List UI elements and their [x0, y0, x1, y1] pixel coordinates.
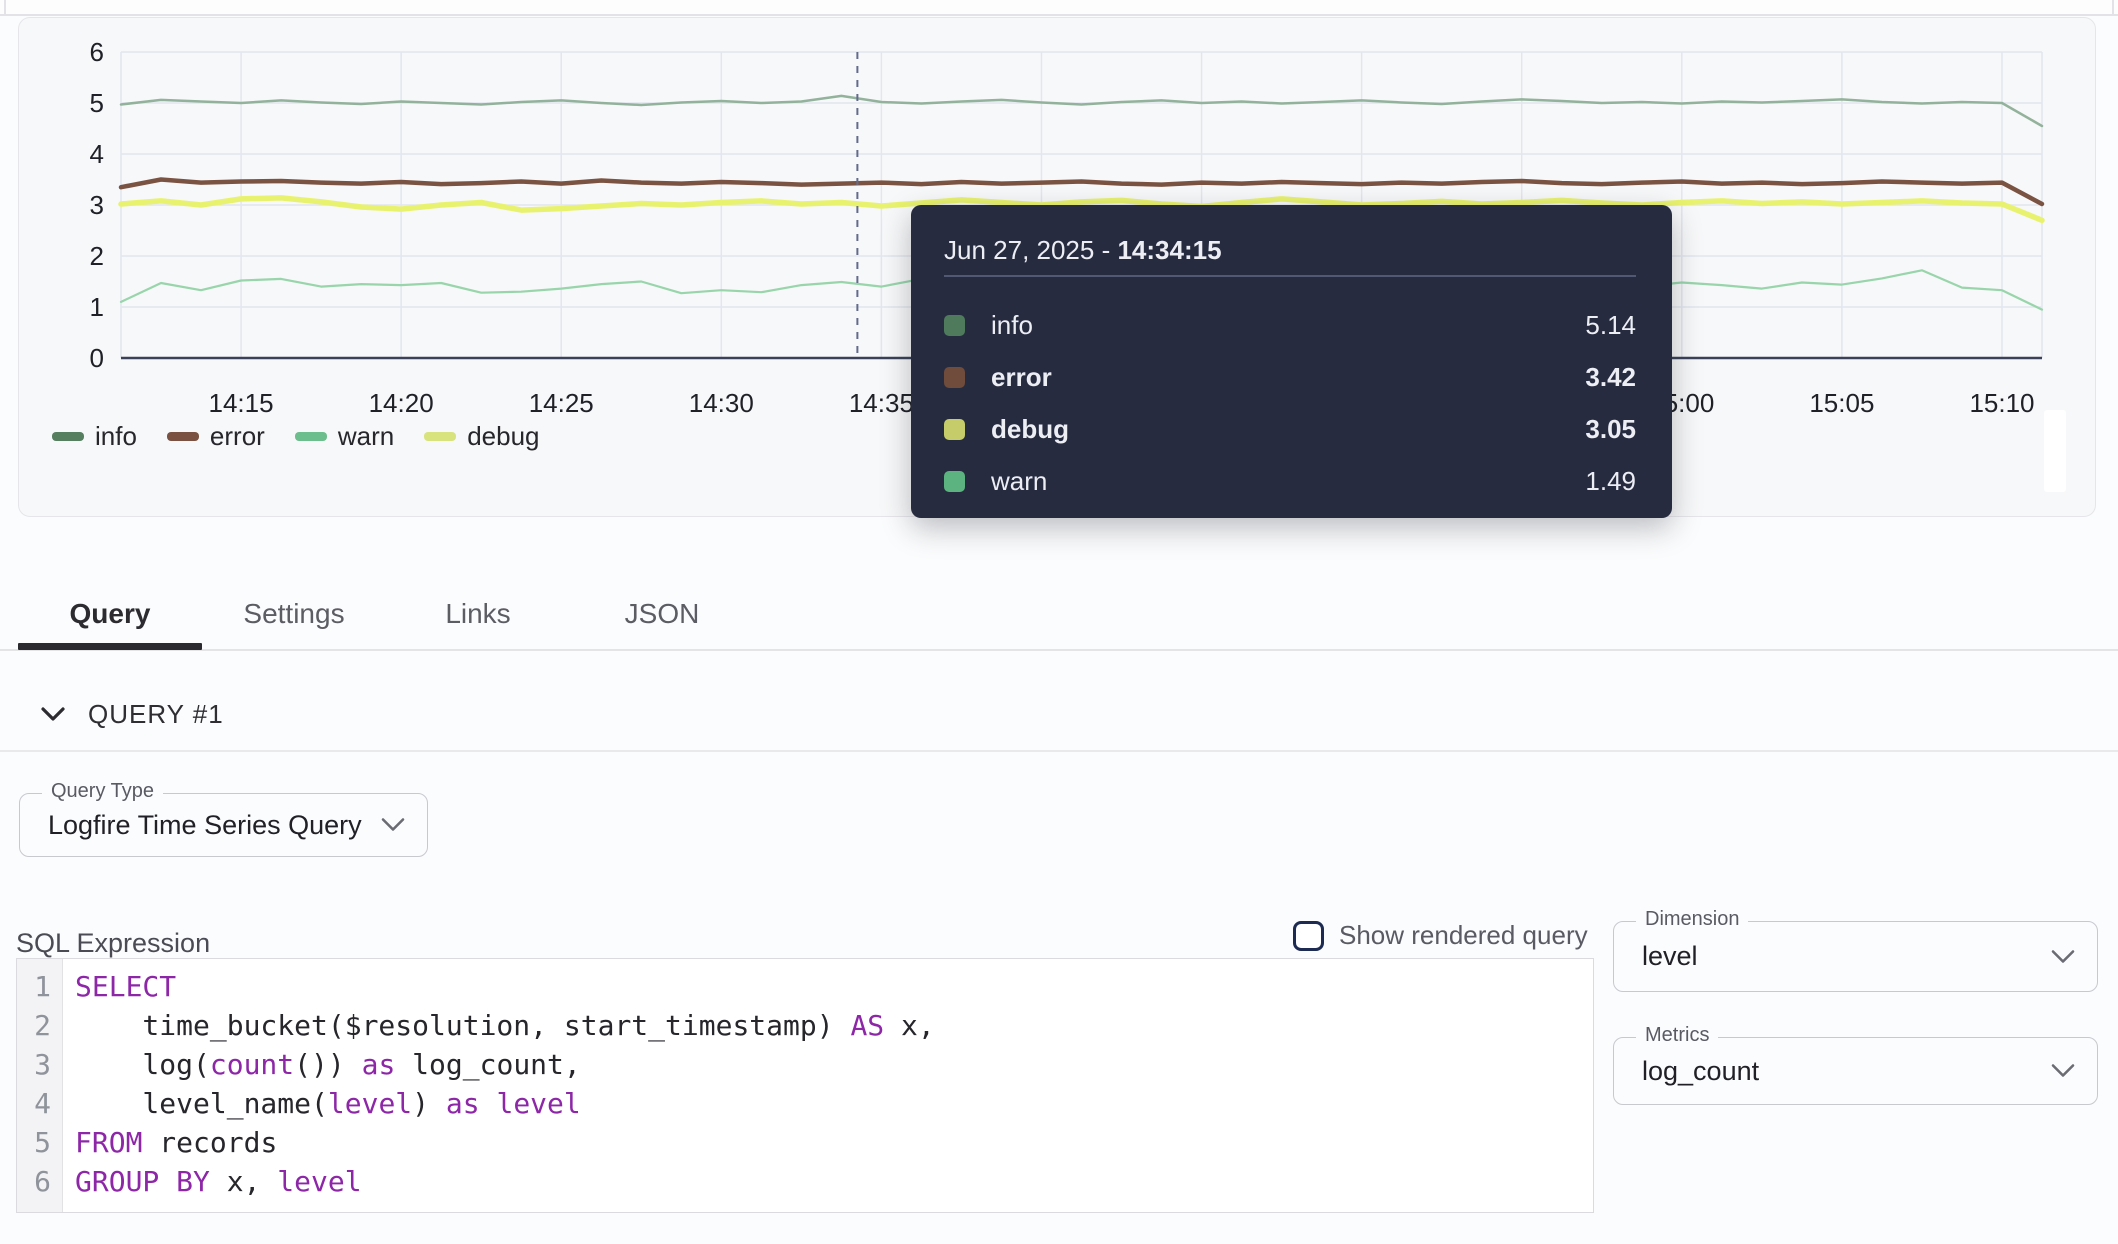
code-line-4: 4 level_name(level) as level [17, 1084, 1593, 1123]
scrollbar-thumb[interactable] [2044, 410, 2066, 492]
tooltip-rows: info5.14error3.42debug3.05warn1.49 [944, 299, 1636, 507]
tooltip-row-info: info5.14 [944, 299, 1636, 351]
tab-label: Links [445, 598, 510, 630]
metrics-value: log_count [1642, 1038, 1759, 1104]
legend-label: error [210, 421, 265, 452]
code-text: GROUP BY x, level [63, 1162, 362, 1201]
chevron-down-icon [381, 818, 405, 833]
code-line-2: 2 time_bucket($resolution, start_timesta… [17, 1006, 1593, 1045]
chevron-down-icon[interactable] [40, 706, 66, 723]
tooltip-series-label: warn [991, 466, 1585, 497]
show-rendered-query-checkbox[interactable] [1293, 921, 1324, 951]
tab-bar: Query Settings Links JSON [18, 585, 754, 643]
chevron-down-icon [2051, 949, 2075, 964]
sql-code-editor[interactable]: 1SELECT2 time_bucket($resolution, start_… [16, 958, 1594, 1213]
line-number: 2 [17, 1006, 63, 1045]
line-number: 6 [17, 1162, 63, 1201]
line-number: 5 [17, 1123, 63, 1162]
tab-settings[interactable]: Settings [202, 585, 386, 643]
tooltip-series-value: 3.05 [1585, 414, 1636, 445]
line-number: 1 [17, 967, 63, 1006]
tooltip-swatch-debug [944, 419, 965, 440]
chart-legend: info error warn debug [52, 421, 540, 452]
tooltip-swatch-warn [944, 471, 965, 492]
chart-tooltip: Jun 27, 2025 - 14:34:15 info5.14error3.4… [911, 205, 1672, 518]
dimension-select[interactable]: Dimension level [1613, 921, 2098, 992]
tooltip-divider [944, 275, 1636, 277]
tab-label: JSON [625, 598, 700, 630]
outer-border-right [2112, 0, 2114, 14]
code-text: FROM records [63, 1123, 277, 1162]
legend-label: info [95, 421, 137, 452]
tooltip-series-label: error [991, 362, 1585, 393]
tab-label: Query [70, 598, 151, 630]
code-line-5: 5FROM records [17, 1123, 1593, 1162]
legend-swatch-error [167, 432, 199, 441]
show-rendered-query-toggle: Show rendered query [1293, 920, 1588, 951]
legend-item-warn[interactable]: warn [295, 421, 394, 452]
code-line-6: 6GROUP BY x, level [17, 1162, 1593, 1201]
active-tab-underline [18, 643, 202, 650]
tooltip-timestamp: Jun 27, 2025 - 14:34:15 [944, 235, 1222, 266]
panel-editor: 012345614:1514:2014:2514:3014:3514:4014:… [0, 0, 2118, 1244]
show-rendered-query-label[interactable]: Show rendered query [1339, 920, 1588, 951]
dimension-value: level [1642, 922, 1698, 991]
query-section-title: QUERY #1 [88, 699, 224, 730]
tooltip-swatch-info [944, 315, 965, 336]
code-line-1: 1SELECT [17, 967, 1593, 1006]
tooltip-series-value: 3.42 [1585, 362, 1636, 393]
legend-swatch-warn [295, 432, 327, 441]
code-text: time_bucket($resolution, start_timestamp… [63, 1006, 935, 1045]
legend-swatch-debug [424, 432, 456, 441]
sql-code-lines: 1SELECT2 time_bucket($resolution, start_… [17, 967, 1593, 1201]
query-section-divider [0, 750, 2118, 752]
top-divider [0, 0, 2118, 16]
tooltip-series-value: 1.49 [1585, 466, 1636, 497]
code-text: level_name(level) as level [63, 1084, 581, 1123]
legend-item-error[interactable]: error [167, 421, 265, 452]
query-section-header[interactable]: QUERY #1 [40, 699, 224, 730]
code-text: SELECT [63, 967, 176, 1006]
tab-links[interactable]: Links [386, 585, 570, 643]
tab-json[interactable]: JSON [570, 585, 754, 643]
outer-border-left [4, 0, 6, 14]
tooltip-series-value: 5.14 [1585, 310, 1636, 341]
line-number: 4 [17, 1084, 63, 1123]
tab-query[interactable]: Query [18, 585, 202, 643]
tab-label: Settings [243, 598, 344, 630]
legend-swatch-info [52, 432, 84, 441]
tooltip-row-error: error3.42 [944, 351, 1636, 403]
tab-bar-divider [0, 649, 2118, 651]
tooltip-series-label: debug [991, 414, 1585, 445]
code-line-3: 3 log(count()) as log_count, [17, 1045, 1593, 1084]
legend-item-info[interactable]: info [52, 421, 137, 452]
legend-item-debug[interactable]: debug [424, 421, 539, 452]
line-number: 3 [17, 1045, 63, 1084]
query-type-value: Logfire Time Series Query [48, 794, 362, 856]
query-type-select[interactable]: Query Type Logfire Time Series Query [19, 793, 428, 857]
legend-label: warn [338, 421, 394, 452]
legend-label: debug [467, 421, 539, 452]
code-text: log(count()) as log_count, [63, 1045, 581, 1084]
tooltip-series-label: info [991, 310, 1585, 341]
tooltip-swatch-error [944, 367, 965, 388]
sql-expression-label: SQL Expression [16, 928, 210, 959]
metrics-select[interactable]: Metrics log_count [1613, 1037, 2098, 1105]
tooltip-row-warn: warn1.49 [944, 455, 1636, 507]
tooltip-row-debug: debug3.05 [944, 403, 1636, 455]
chevron-down-icon [2051, 1064, 2075, 1079]
